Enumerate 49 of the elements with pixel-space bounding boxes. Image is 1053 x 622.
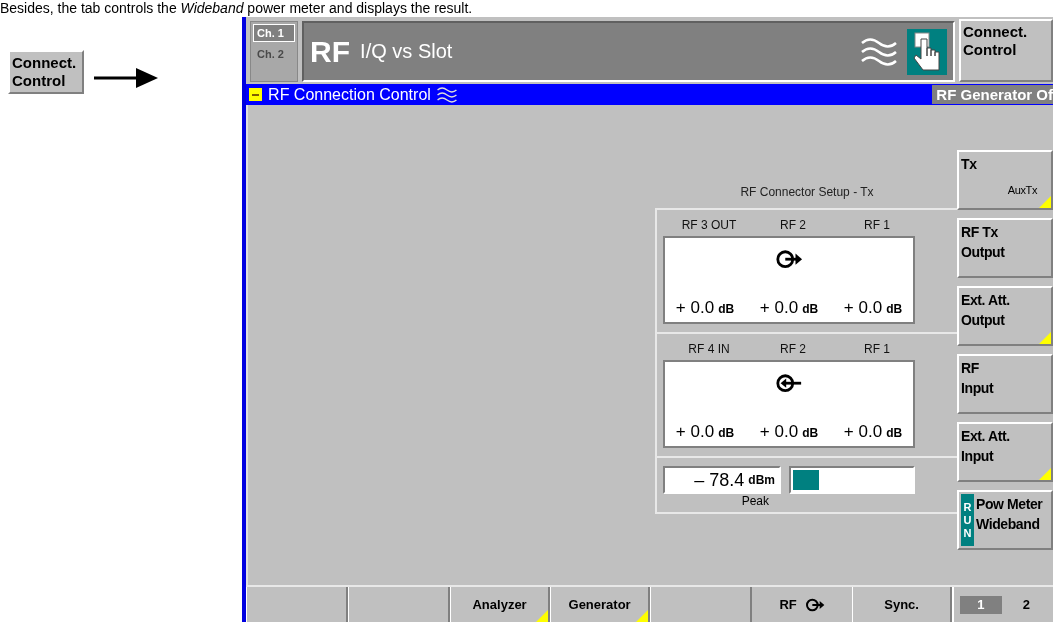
port-label: RF 4 IN — [687, 342, 731, 356]
attenuation-value: + 0.0 dB — [758, 422, 820, 442]
attenuation-value: + 0.0 dB — [674, 422, 736, 442]
port-label: RF 3 OUT — [680, 218, 738, 232]
subtitle-text: I/Q vs Slot — [360, 40, 453, 63]
channel-tab[interactable]: Ch. 1 — [253, 24, 296, 42]
softkey[interactable]: Tx AuxTx — [957, 150, 1053, 210]
rf-label: RF — [779, 597, 797, 612]
power-reading: – 78.4 dBm — [663, 466, 781, 494]
attenuation-value: + 0.0 dB — [842, 422, 904, 442]
bottom-button[interactable]: Analyzer — [450, 587, 551, 622]
attenuation-value: + 0.0 dB — [674, 298, 736, 318]
minimize-icon[interactable] — [249, 88, 263, 101]
softkey[interactable]: RF Tx Output — [957, 218, 1053, 278]
setup-title: RF Connector Setup - Tx — [739, 185, 875, 199]
menu-title: RF Connection Control — [268, 85, 431, 104]
peak-label: Peak — [741, 494, 769, 508]
connect-control-button[interactable]: Connect. Control — [959, 19, 1053, 82]
input-connector-icon — [775, 372, 803, 395]
bottom-button[interactable]: Generator — [550, 587, 651, 622]
softkey[interactable]: Ext. Att. Input — [957, 422, 1053, 482]
generator-status: RF Generator Of — [932, 85, 1053, 104]
output-connector-icon — [804, 596, 825, 613]
hand-pointer-icon[interactable] — [907, 28, 947, 75]
wave-icon — [436, 85, 457, 104]
arrow-icon — [94, 66, 159, 90]
port-label: RF 2 — [779, 218, 807, 232]
page-tab[interactable]: 2 — [1005, 595, 1047, 614]
connect-control-button[interactable]: Connect. Control — [8, 50, 85, 94]
softkey[interactable]: RF Input — [957, 354, 1053, 414]
port-label: RF 1 — [863, 342, 891, 356]
softkey[interactable]: Ext. Att. Output — [957, 286, 1053, 346]
channel-tab[interactable]: Ch. 2 — [253, 45, 296, 63]
corner-mark-icon — [1039, 332, 1051, 344]
title-text: RF — [310, 34, 351, 69]
corner-mark-icon — [536, 610, 549, 622]
page-tab[interactable]: 1 — [960, 595, 1002, 614]
output-connector-icon — [775, 248, 803, 271]
port-label: RF 1 — [863, 218, 891, 232]
corner-mark-icon — [636, 610, 649, 622]
corner-mark-icon — [1039, 468, 1051, 480]
port-label: RF 2 — [779, 342, 807, 356]
attenuation-value: + 0.0 dB — [842, 298, 904, 318]
wave-icon — [861, 36, 897, 67]
corner-mark-icon — [1039, 196, 1051, 208]
run-indicator: RUN — [961, 494, 974, 546]
caption-text: Besides, the tab controls the Wideband power meter and displays the result. — [0, 0, 473, 17]
attenuation-value: + 0.0 dB — [758, 298, 820, 318]
bottom-button[interactable]: Sync. — [852, 587, 953, 622]
